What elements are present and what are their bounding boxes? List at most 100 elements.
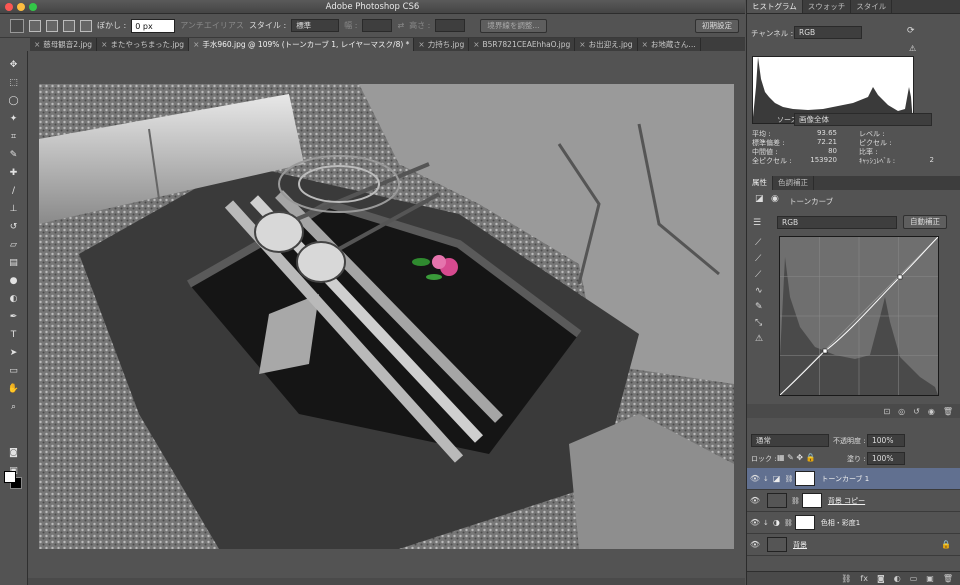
new-layer-icon[interactable]: ▣ bbox=[926, 574, 934, 583]
doc-tab[interactable]: × お地蔵さん… bbox=[638, 38, 701, 51]
move-tool-icon[interactable]: ✥ bbox=[6, 59, 21, 71]
close-tab-icon[interactable]: × bbox=[193, 40, 199, 49]
subtract-selection-icon[interactable] bbox=[63, 19, 75, 32]
add-selection-icon[interactable] bbox=[46, 19, 58, 32]
layer-name[interactable]: 背景 コピー bbox=[828, 496, 865, 506]
eyedropper-white-icon[interactable]: ⟋ bbox=[755, 270, 761, 280]
width-input[interactable] bbox=[362, 19, 393, 32]
clip-layer-icon[interactable]: ⊡ bbox=[883, 407, 890, 416]
eyedropper-tool-icon[interactable]: ✎ bbox=[6, 149, 21, 161]
refresh-icon[interactable]: ⟳ bbox=[907, 26, 915, 36]
blur-tool-icon[interactable]: ● bbox=[6, 275, 21, 287]
tab-properties[interactable]: 属性 bbox=[747, 176, 773, 190]
layer-name[interactable]: トーンカーブ 1 bbox=[821, 474, 869, 484]
healing-brush-tool-icon[interactable]: ✚ bbox=[6, 167, 21, 179]
height-input[interactable] bbox=[435, 19, 466, 32]
style-select[interactable]: 標準 bbox=[291, 19, 340, 32]
workspace-button[interactable]: 初期設定 bbox=[695, 18, 739, 33]
swap-icon[interactable]: ⇄ bbox=[397, 21, 404, 30]
tab-styles[interactable]: スタイル bbox=[851, 0, 893, 13]
tab-swatches[interactable]: スウォッチ bbox=[803, 0, 852, 13]
rect-marquee-tool-preset-icon[interactable] bbox=[10, 18, 24, 33]
trash-icon[interactable]: 🗑 bbox=[943, 407, 953, 416]
channel-select[interactable]: RGB bbox=[794, 26, 862, 39]
eye-icon[interactable]: 👁 bbox=[747, 474, 763, 483]
link-icon[interactable]: ⛓ bbox=[841, 574, 851, 583]
path-selection-tool-icon[interactable]: ➤ bbox=[6, 347, 21, 359]
curves-graph[interactable] bbox=[779, 236, 939, 396]
chain-link-icon[interactable]: ⛓ bbox=[784, 475, 793, 483]
dodge-tool-icon[interactable]: ◐ bbox=[6, 293, 21, 305]
chain-link-icon[interactable]: ⛓ bbox=[784, 519, 793, 527]
smooth-icon[interactable]: ⤡ bbox=[755, 318, 762, 328]
close-tab-icon[interactable]: × bbox=[473, 40, 479, 49]
hand-tool-icon[interactable]: ✋ bbox=[6, 383, 21, 395]
layer-thumb[interactable] bbox=[767, 493, 787, 508]
brush-tool-icon[interactable]: ∕ bbox=[6, 185, 21, 197]
shape-tool-icon[interactable]: ▭ bbox=[6, 365, 21, 377]
lasso-tool-icon[interactable]: ◯ bbox=[6, 95, 21, 107]
eye-icon[interactable]: 👁 bbox=[747, 518, 763, 527]
layer-thumb[interactable] bbox=[767, 537, 787, 552]
lock-icons[interactable]: ▦ ✎ ✥ 🔒 bbox=[777, 453, 816, 462]
group-folder-icon[interactable]: ▭ bbox=[910, 574, 918, 583]
intersect-selection-icon[interactable] bbox=[80, 19, 92, 32]
layer-mask-thumb[interactable] bbox=[795, 471, 816, 486]
magic-wand-tool-icon[interactable]: ✦ bbox=[6, 113, 21, 125]
eraser-tool-icon[interactable]: ▱ bbox=[6, 239, 21, 251]
preset-select[interactable]: RGB bbox=[777, 216, 897, 229]
crop-tool-icon[interactable]: ⌗ bbox=[6, 131, 21, 143]
quick-mask-icon[interactable]: ◙ bbox=[6, 447, 21, 459]
eye-icon[interactable]: 👁 bbox=[747, 540, 763, 549]
document-canvas[interactable] bbox=[39, 84, 734, 549]
close-tab-icon[interactable]: × bbox=[418, 40, 424, 49]
layer-name[interactable]: 色相・彩度1 bbox=[821, 518, 860, 528]
layer-row-hue-sat[interactable]: 👁 ↓ ◑ ⛓ 色相・彩度1 bbox=[747, 512, 960, 534]
eyedropper-gray-icon[interactable]: ⟋ bbox=[755, 254, 761, 264]
close-tab-icon[interactable]: × bbox=[579, 40, 585, 49]
blend-mode-select[interactable]: 通常 bbox=[751, 434, 829, 447]
layer-row-bg-copy[interactable]: 👁 ⛓ 背景 コピー bbox=[747, 490, 960, 512]
layer-mask-thumb[interactable] bbox=[801, 493, 822, 508]
mask-icon[interactable]: ◉ bbox=[771, 194, 779, 204]
layer-mask-thumb[interactable] bbox=[794, 515, 815, 530]
trash-icon[interactable]: 🗑 bbox=[943, 574, 953, 583]
refine-edge-button[interactable]: 境界線を調整... bbox=[480, 18, 547, 33]
add-mask-icon[interactable]: ◙ bbox=[877, 574, 885, 583]
eyedropper-black-icon[interactable]: ⟋ bbox=[755, 238, 761, 248]
doc-tab[interactable]: × B5R7821CEAEhhaO.jpg bbox=[469, 38, 576, 51]
antialias-checkbox[interactable]: アンチエイリアス bbox=[180, 20, 244, 31]
marquee-tool-icon[interactable]: ⬚ bbox=[6, 77, 21, 89]
clipping-warning-icon[interactable]: ⚠ bbox=[755, 334, 763, 344]
curve-point-icon[interactable]: ∿ bbox=[755, 286, 763, 296]
source-select[interactable]: 画像全体 bbox=[794, 113, 932, 126]
type-tool-icon[interactable]: T bbox=[6, 329, 21, 341]
doc-tab-active[interactable]: × 手水960.jpg @ 109% (トーンカーブ 1, レイヤーマスク/8) … bbox=[189, 38, 415, 51]
layer-row-background[interactable]: 👁 背景 🔒 bbox=[747, 534, 960, 556]
pen-tool-icon[interactable]: ✒ bbox=[6, 311, 21, 323]
fill-input[interactable]: 100% bbox=[867, 452, 905, 465]
chain-link-icon[interactable]: ⛓ bbox=[791, 497, 800, 505]
foreground-color-swatch[interactable] bbox=[4, 471, 16, 483]
doc-tab[interactable]: × 力持ち.jpg bbox=[414, 38, 470, 51]
eye-icon[interactable]: 👁 bbox=[747, 496, 763, 505]
doc-tab[interactable]: × 慈母観音2.jpg bbox=[30, 38, 98, 51]
auto-button[interactable]: 自動補正 bbox=[903, 215, 947, 229]
layer-row-curves[interactable]: 👁 ↓ ◪ ⛓ トーンカーブ 1 bbox=[747, 468, 960, 490]
pencil-draw-icon[interactable]: ✎ bbox=[755, 302, 763, 312]
view-previous-icon[interactable]: ◎ bbox=[898, 407, 905, 416]
fx-icon[interactable]: fx bbox=[860, 574, 868, 583]
feather-input[interactable]: 0 px bbox=[131, 18, 176, 33]
gradient-tool-icon[interactable]: ▤ bbox=[6, 257, 21, 269]
new-selection-icon[interactable] bbox=[29, 19, 41, 32]
close-tab-icon[interactable]: × bbox=[34, 40, 40, 49]
stamp-tool-icon[interactable]: ⊥ bbox=[6, 203, 21, 215]
visibility-icon[interactable]: ◉ bbox=[928, 407, 935, 416]
close-tab-icon[interactable]: × bbox=[642, 40, 648, 49]
layer-name[interactable]: 背景 bbox=[793, 540, 807, 550]
doc-tab[interactable]: × お出迎え.jpg bbox=[575, 38, 638, 51]
tab-adjustments[interactable]: 色調補正 bbox=[773, 176, 814, 190]
close-tab-icon[interactable]: × bbox=[101, 40, 107, 49]
adjustment-layer-icon[interactable]: ◐ bbox=[894, 574, 901, 583]
doc-tab[interactable]: × またやっちまった.jpg bbox=[97, 38, 190, 51]
